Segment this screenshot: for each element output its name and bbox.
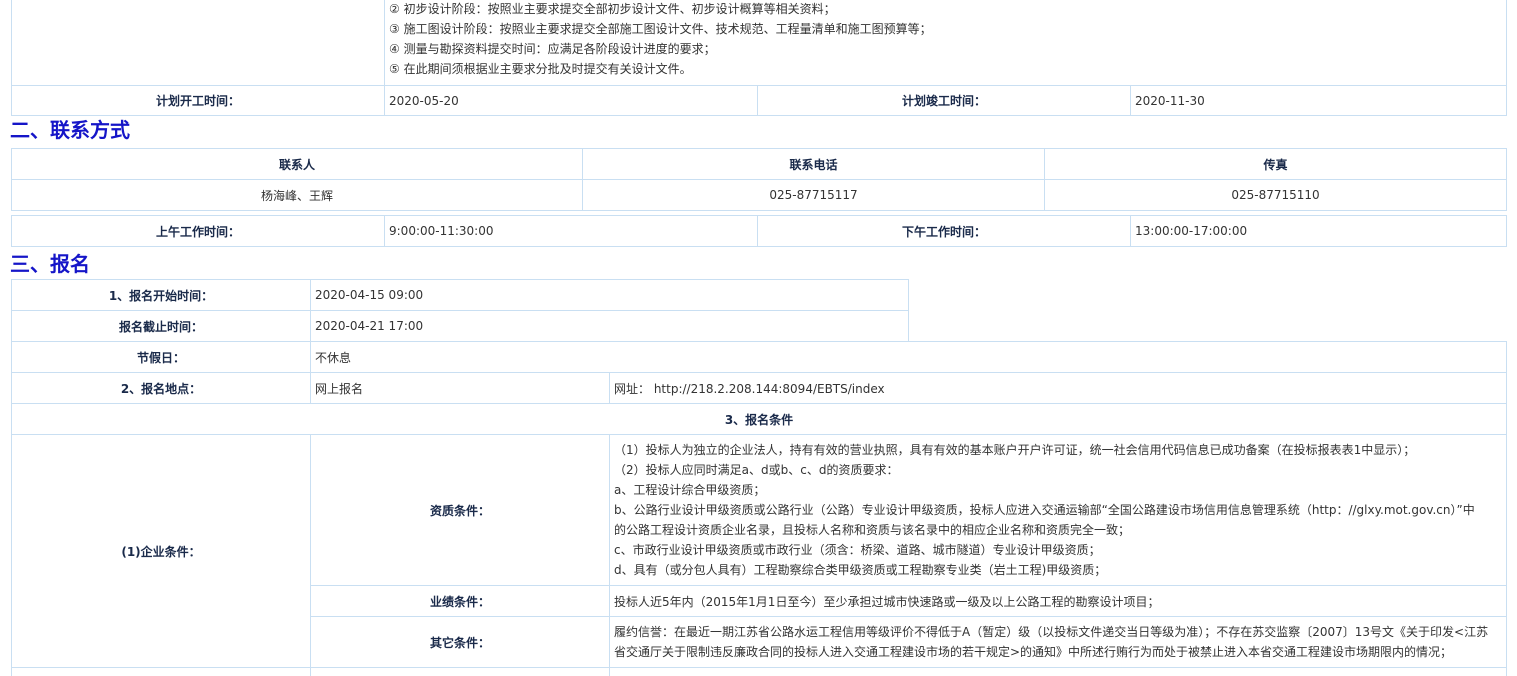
reg-url[interactable]: 网址： http://218.2.208.144:8094/EBTS/index	[608, 372, 1508, 404]
qualification-line: c、市政行业设计甲级资质或市政行业（须含：桥梁、道路、城市隧道）专业设计甲级资质…	[614, 543, 1101, 557]
qualification-line: b、公路行业设计甲级资质或公路行业（公路）专业设计甲级资质，投标人应进入交通运输…	[614, 503, 1475, 517]
reg-start-label: 1、报名开始时间：	[11, 279, 311, 311]
contact-fax-header: 传真	[1044, 148, 1507, 180]
qualification-line: （1）投标人为独立的企业法人，持有有效的营业执照，具有有效的基本账户开户许可证，…	[614, 443, 1416, 457]
qualification-label: 资质条件：	[310, 434, 610, 586]
reg-place-label: 2、报名地点：	[11, 372, 311, 404]
pm-hours-value: 13:00:00-17:00:00	[1130, 215, 1507, 247]
qualification-line: 的公路工程设计资质企业名录，且投标人名称和资质与该名录中的相应企业名称和资质完全…	[614, 523, 1131, 537]
contact-phone-value: 025-87715117	[582, 179, 1045, 211]
other-conditions-line: 省交通厅关于限制违反廉政合同的投标人进入交通工程建设市场的若干规定>的通知》中所…	[614, 645, 1453, 659]
reg-start-value: 2020-04-15 09:00	[310, 279, 909, 311]
other-conditions-label: 其它条件：	[310, 616, 610, 668]
contact-person-header: 联系人	[11, 148, 583, 180]
design-items-cell: ② 初步设计阶段：按照业主要求提交全部初步设计文件、初步设计概算等相关资料； ③…	[384, 0, 1507, 86]
design-item: ④ 测量与勘探资料提交时间：应满足各阶段设计进度的要求；	[389, 42, 716, 56]
company-conditions-label: (1)企业条件：	[11, 434, 311, 668]
performance-value: 投标人近5年内（2015年1月1日至今）至少承担过城市快速路或一级及以上公路工程…	[608, 585, 1508, 617]
am-hours-label: 上午工作时间：	[11, 215, 385, 247]
qualification-line: （2）投标人应同时满足a、d或b、c、d的资质要求：	[614, 463, 899, 477]
performance-label: 业绩条件：	[310, 585, 610, 617]
design-label-cell	[11, 0, 385, 86]
am-hours-value: 9:00:00-11:30:00	[384, 215, 758, 247]
reg-end-value: 2020-04-21 17:00	[310, 310, 909, 342]
pm-hours-label: 下午工作时间：	[757, 215, 1131, 247]
work-hours-table: 上午工作时间： 9:00:00-11:30:00 下午工作时间： 13:00:0…	[11, 215, 1507, 247]
schedule-table: ② 初步设计阶段：按照业主要求提交全部初步设计文件、初步设计概算等相关资料； ③…	[11, 0, 1507, 116]
contact-phone-header: 联系电话	[582, 148, 1045, 180]
other-conditions-line: 履约信誉：在最近一期江苏省公路水运工程信用等级评价不得低于A（暂定）级（以投标文…	[614, 625, 1489, 639]
section-heading-registration: 三、报名	[10, 252, 90, 276]
holiday-label: 节假日：	[11, 341, 311, 373]
qualification-line: a、工程设计综合甲级资质；	[614, 483, 766, 497]
registration-detail-table: 节假日： 不休息 2、报名地点： 网上报名 网址： http://218.2.2…	[10, 341, 1508, 676]
plan-end-value: 2020-11-30	[1130, 85, 1507, 116]
other-conditions-text: 履约信誉：在最近一期江苏省公路水运工程信用等级评价不得低于A（暂定）级（以投标文…	[608, 616, 1508, 668]
contact-fax-value: 025-87715110	[1044, 179, 1507, 211]
contact-table: 联系人 联系电话 传真 杨海峰、王辉 025-87715117 025-8771…	[11, 148, 1507, 211]
reg-end-label: 报名截止时间：	[11, 310, 311, 342]
design-item: ② 初步设计阶段：按照业主要求提交全部初步设计文件、初步设计概算等相关资料；	[389, 2, 836, 16]
next-row-cell	[310, 667, 610, 676]
reg-place-value: 网上报名	[310, 372, 610, 404]
registration-time-table: 1、报名开始时间： 2020-04-15 09:00 报名截止时间： 2020-…	[11, 279, 909, 342]
holiday-value: 不休息	[309, 341, 1508, 373]
section-heading-contact: 二、联系方式	[10, 118, 130, 142]
design-item: ⑤ 在此期间须根据业主要求分批及时提交有关设计文件。	[389, 62, 692, 76]
contact-person-value: 杨海峰、王辉	[11, 179, 583, 211]
qualification-line: d、具有（或分包人具有）工程勘察综合类甲级资质或工程勘察专业类（岩土工程)甲级资…	[614, 563, 1107, 577]
plan-start-value: 2020-05-20	[384, 85, 758, 116]
plan-start-label: 计划开工时间：	[11, 85, 385, 116]
conditions-title: 3、报名条件	[10, 403, 1508, 435]
next-row-cell	[608, 667, 1508, 676]
plan-end-label: 计划竣工时间：	[757, 85, 1131, 116]
qualification-text: （1）投标人为独立的企业法人，持有有效的营业执照，具有有效的基本账户开户许可证，…	[608, 434, 1508, 586]
next-row-cell	[11, 667, 311, 676]
design-item: ③ 施工图设计阶段：按照业主要求提交全部施工图设计文件、技术规范、工程量清单和施…	[389, 22, 932, 36]
page: ② 初步设计阶段：按照业主要求提交全部初步设计文件、初步设计概算等相关资料； ③…	[0, 0, 1517, 676]
